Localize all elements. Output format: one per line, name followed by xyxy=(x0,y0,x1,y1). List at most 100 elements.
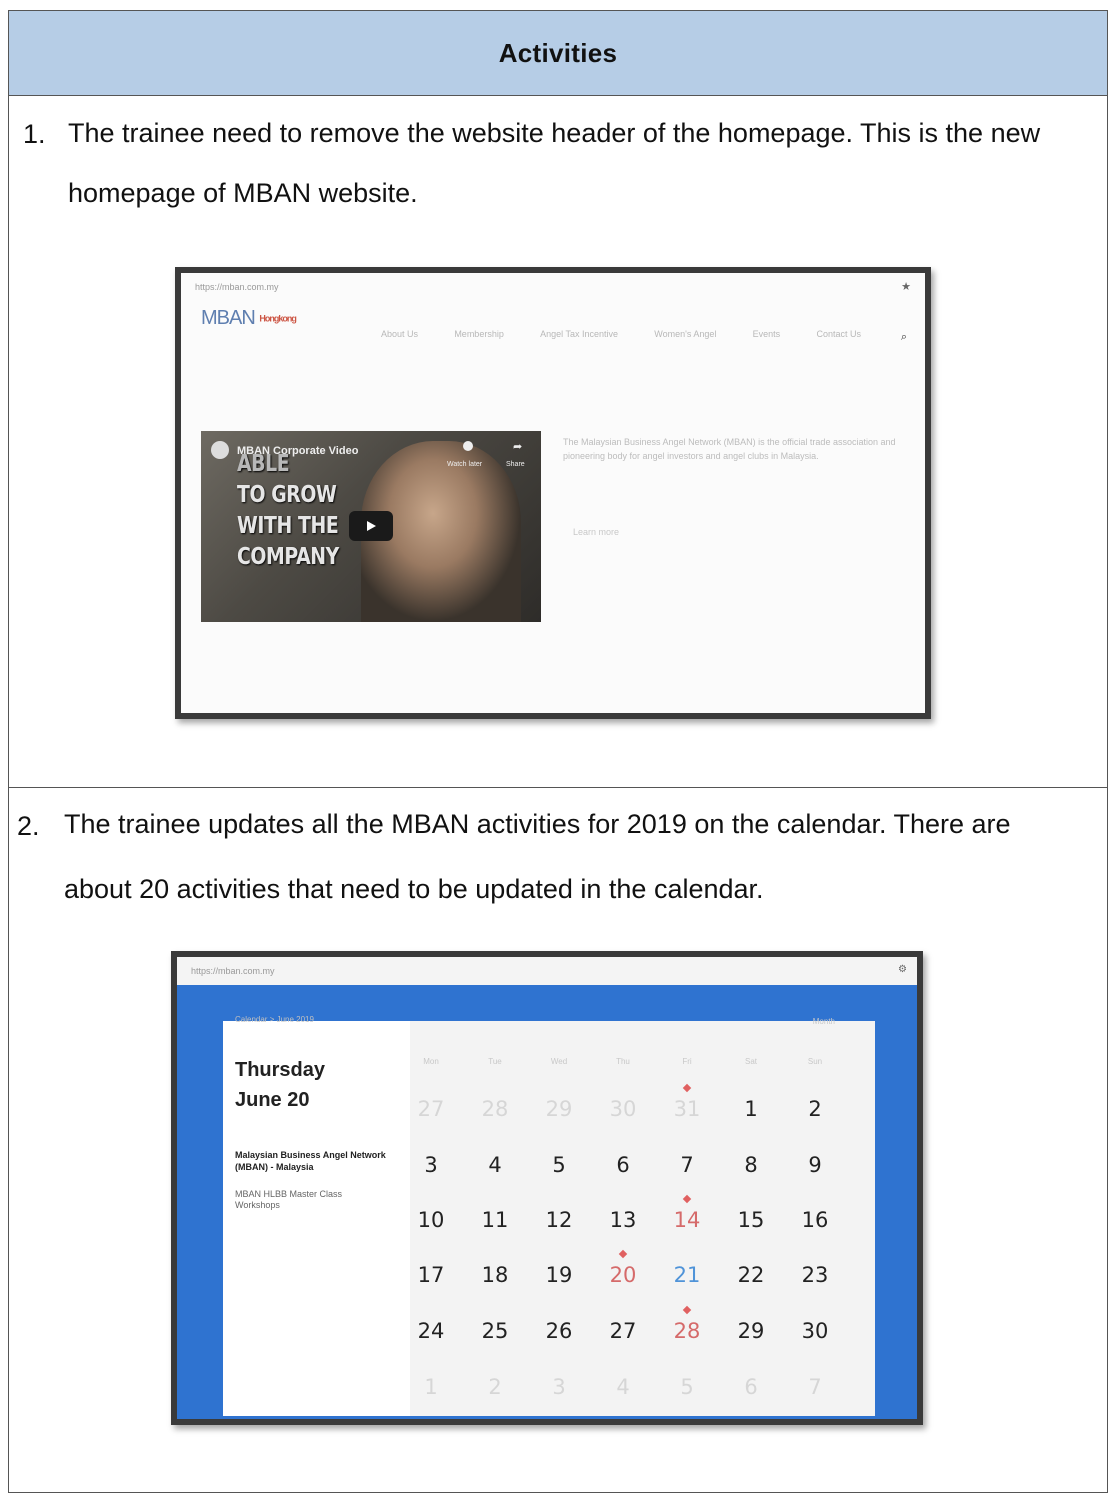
item-text-line: about 20 activities that need to be upda… xyxy=(64,874,764,904)
corporate-video[interactable]: MBAN Corporate Video Watch later Share ➦… xyxy=(201,431,541,622)
event-organizer[interactable]: Malaysian Business Angel Network (MBAN) … xyxy=(235,1149,405,1173)
event-marker-icon xyxy=(682,1083,692,1093)
weekday-header: Thu xyxy=(616,1057,630,1066)
calendar-day[interactable]: 17 xyxy=(401,1263,461,1287)
item-number: 1. xyxy=(23,119,46,149)
weekday-header: Sat xyxy=(744,1057,757,1066)
table-title: Activities xyxy=(498,37,618,68)
calendar-panel: Calendar > June 2019 Thursday June 20 Ma… xyxy=(223,1015,875,1416)
share-label[interactable]: Share xyxy=(506,461,525,468)
calendar-day[interactable]: 4 xyxy=(593,1375,653,1399)
site-logo: MBAN Hongkong xyxy=(201,307,297,330)
nav-item[interactable]: Contact Us xyxy=(816,329,861,339)
calendar-day[interactable]: 27 xyxy=(401,1097,461,1121)
calendar-day[interactable]: 7 xyxy=(785,1375,845,1399)
nav-item[interactable]: Events xyxy=(753,329,781,339)
calendar-day[interactable]: 13 xyxy=(593,1208,653,1232)
calendar-day[interactable]: 31 xyxy=(657,1097,717,1121)
calendar-day[interactable]: 30 xyxy=(593,1097,653,1121)
calendar-day[interactable]: 29 xyxy=(721,1319,781,1343)
calendar-day[interactable]: 11 xyxy=(465,1208,525,1232)
breadcrumb: Calendar > June 2019 xyxy=(235,1015,314,1024)
activities-table: Activities 1. The trainee need to remove… xyxy=(8,10,1108,1493)
share-icon[interactable]: ➦ xyxy=(513,440,522,453)
video-caption: ABLE TO GROW WITH THE COMPANY xyxy=(237,449,339,573)
calendar-day[interactable]: 2 xyxy=(785,1097,845,1121)
event-marker-icon xyxy=(682,1194,692,1204)
calendar-day[interactable]: 29 xyxy=(529,1097,589,1121)
item-text-line: The trainee need to remove the website h… xyxy=(68,118,1041,148)
event-marker-icon xyxy=(682,1305,692,1315)
calendar-day[interactable]: 18 xyxy=(465,1263,525,1287)
calendar-day[interactable]: 5 xyxy=(657,1375,717,1399)
logo-text: MBAN xyxy=(201,307,256,329)
weekday-header: Wed xyxy=(550,1057,568,1066)
calendar-day[interactable]: 28 xyxy=(465,1097,525,1121)
url-bar: https://mban.com.my xyxy=(195,282,279,292)
calendar-day[interactable]: 2 xyxy=(465,1375,525,1399)
caption-line: COMPANY xyxy=(237,544,339,570)
nav-bar: About Us Membership Angel Tax Incentive … xyxy=(381,329,861,339)
clock-icon[interactable] xyxy=(463,441,473,451)
event-marker-icon xyxy=(618,1249,628,1259)
calendar-day[interactable]: 30 xyxy=(785,1319,845,1343)
gear-icon[interactable]: ⚙ xyxy=(898,964,907,975)
calendar-day[interactable]: 20 xyxy=(593,1263,653,1287)
calendar-day[interactable]: 28 xyxy=(657,1319,717,1343)
calendar-day[interactable]: 5 xyxy=(529,1153,589,1177)
url-bar: https://mban.com.my xyxy=(191,966,275,976)
calendar-day[interactable]: 14 xyxy=(657,1208,717,1232)
nav-item[interactable]: About Us xyxy=(381,329,418,339)
intro-text: The Malaysian Business Angel Network (MB… xyxy=(563,437,896,461)
calendar-day[interactable]: 1 xyxy=(401,1375,461,1399)
calendar-day[interactable]: 19 xyxy=(529,1263,589,1287)
caption-line: WITH THE xyxy=(237,513,339,539)
calendar-day[interactable]: 15 xyxy=(721,1208,781,1232)
calendar-day[interactable]: 23 xyxy=(785,1263,845,1287)
calendar-day[interactable]: 16 xyxy=(785,1208,845,1232)
calendar-day[interactable]: 12 xyxy=(529,1208,589,1232)
calendar-day[interactable]: 26 xyxy=(529,1319,589,1343)
channel-avatar xyxy=(211,441,229,459)
search-icon[interactable]: ⌕ xyxy=(901,331,907,344)
activity-row-2: 2. The trainee updates all the MBAN acti… xyxy=(9,787,1107,1492)
calendar-day[interactable]: 9 xyxy=(785,1153,845,1177)
month-grid: Month Mon Tue Wed Thu Fri Sat Sun 27 28 29 30 31 1 2 3… xyxy=(410,1017,875,1416)
calendar-day[interactable]: 4 xyxy=(465,1153,525,1177)
calendar-day[interactable]: 22 xyxy=(721,1263,781,1287)
calendar-day[interactable]: 1 xyxy=(721,1097,781,1121)
view-selector[interactable]: Month xyxy=(813,1017,835,1026)
day-detail-pane: Calendar > June 2019 Thursday June 20 Ma… xyxy=(223,1015,410,1416)
play-button[interactable] xyxy=(349,511,393,541)
calendar-day[interactable]: 24 xyxy=(401,1319,461,1343)
browser-bar: https://mban.com.my ⚙ xyxy=(177,957,917,985)
star-icon: ★ xyxy=(901,281,911,293)
homepage-screenshot: https://mban.com.my ★ MBAN Hongkong Abou… xyxy=(175,267,931,719)
watch-later-label[interactable]: Watch later xyxy=(447,461,482,468)
calendar-day[interactable]: 10 xyxy=(401,1208,461,1232)
nav-item[interactable]: Angel Tax Incentive xyxy=(540,329,618,339)
nav-item[interactable]: Women's Angel xyxy=(654,329,716,339)
learn-more-button[interactable]: Learn more xyxy=(563,523,629,541)
calendar-day[interactable]: 6 xyxy=(593,1153,653,1177)
calendar-day[interactable]: 8 xyxy=(721,1153,781,1177)
activity-row-1: 1. The trainee need to remove the websit… xyxy=(9,95,1107,788)
calendar-day[interactable]: 6 xyxy=(721,1375,781,1399)
nav-item[interactable]: Membership xyxy=(454,329,504,339)
calendar-day[interactable]: 3 xyxy=(401,1153,461,1177)
weekday-header: Sun xyxy=(807,1057,823,1066)
item-text-line: The trainee updates all the MBAN activit… xyxy=(64,809,1011,839)
event-name[interactable]: MBAN HLBB Master Class Workshops xyxy=(235,1189,375,1211)
calendar-day[interactable]: 25 xyxy=(465,1319,525,1343)
table-header: Activities xyxy=(9,11,1107,96)
calendar-day[interactable]: 7 xyxy=(657,1153,717,1177)
selected-date: June 20 xyxy=(235,1089,310,1111)
item-number: 2. xyxy=(17,811,40,841)
caption-line: ABLE xyxy=(237,451,290,477)
calendar-screenshot: https://mban.com.my ⚙ Calendar > June 20… xyxy=(171,951,923,1425)
calendar-day[interactable]: 3 xyxy=(529,1375,589,1399)
weekday-header: Mon xyxy=(423,1057,439,1066)
item-text-line: homepage of MBAN website. xyxy=(68,178,418,208)
calendar-day[interactable]: 27 xyxy=(593,1319,653,1343)
calendar-day[interactable]: 21 xyxy=(657,1263,717,1287)
